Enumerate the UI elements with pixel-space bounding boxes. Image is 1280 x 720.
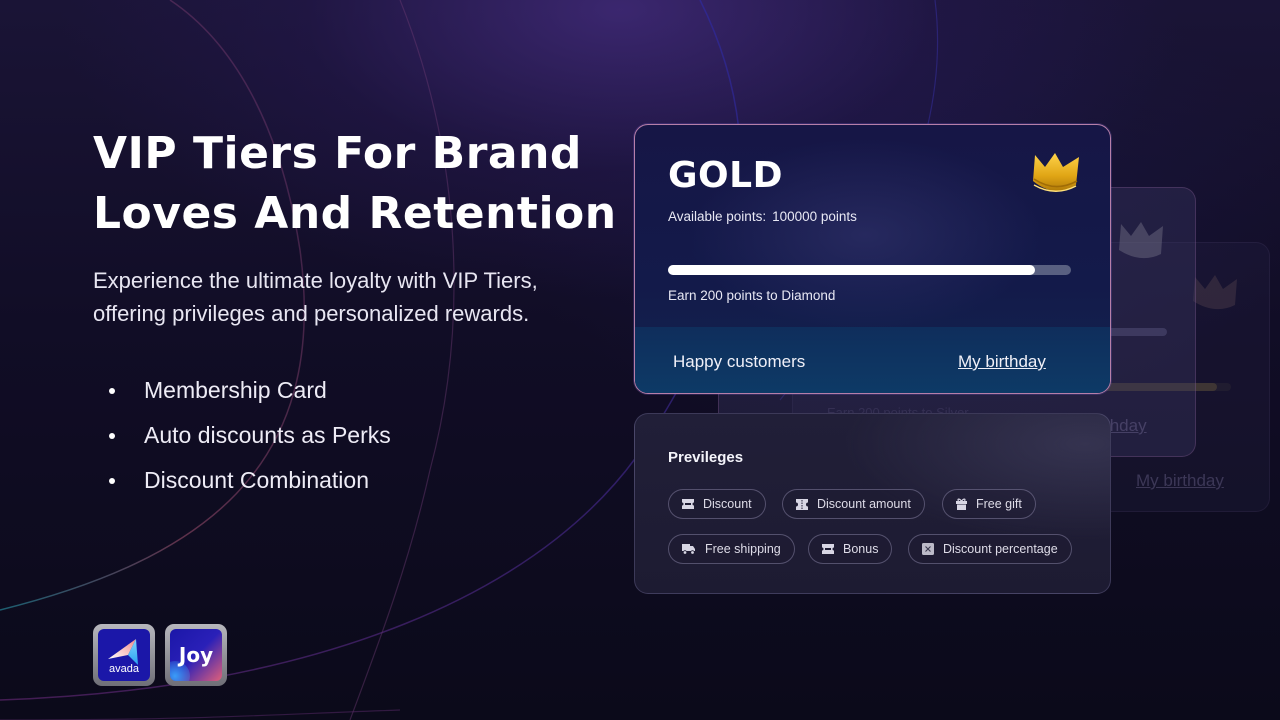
- card-footer: Happy customers My birthday: [635, 327, 1110, 393]
- happy-customers-label: Happy customers: [673, 352, 806, 371]
- ticket-icon: [822, 544, 834, 554]
- feature-label: Auto discounts as Perks: [144, 422, 391, 448]
- subtitle-line: offering privileges and personalized rew…: [93, 301, 530, 326]
- title-line: Loves And Retention: [93, 188, 617, 239]
- avada-logo-text: avada: [109, 663, 139, 675]
- gift-icon: [956, 498, 967, 510]
- available-points: Available points: 100000 points: [668, 209, 857, 224]
- bullet-icon: [109, 387, 115, 394]
- privileges-card: Previleges Discount Discount amount Free…: [634, 413, 1111, 594]
- page-title: VIP Tiers For Brand Loves And Retention: [93, 124, 617, 244]
- brand-logos: avada Joy: [93, 624, 227, 686]
- ghost-birthday-link: My birthday: [1136, 471, 1224, 490]
- membership-card: GOLD Available points: 100000 points Earn…: [634, 124, 1111, 394]
- joy-logo-text: Joy: [178, 643, 214, 667]
- privilege-chip-discount-amount[interactable]: Discount amount: [782, 489, 925, 519]
- my-birthday-link[interactable]: My birthday: [958, 352, 1046, 372]
- bullet-icon: [109, 432, 115, 439]
- ghost-birthday-link-partial: thday: [1105, 416, 1147, 435]
- feature-item: Auto discounts as Perks: [93, 413, 613, 458]
- bullet-icon: [109, 477, 115, 484]
- privilege-chip-bonus[interactable]: Bonus: [808, 534, 893, 564]
- chip-label: Discount: [703, 497, 752, 511]
- feature-label: Discount Combination: [144, 467, 370, 493]
- feature-label: Membership Card: [144, 377, 327, 403]
- hero-subtitle: Experience the ultimate loyalty with VIP…: [93, 264, 613, 330]
- feature-item: Discount Combination: [93, 458, 613, 503]
- percent-icon: [922, 543, 934, 555]
- subtitle-line: Experience the ultimate loyalty with VIP…: [93, 268, 538, 293]
- crown-icon: [1119, 222, 1163, 259]
- privilege-chip-free-gift[interactable]: Free gift: [942, 489, 1036, 519]
- coupon-icon: [796, 498, 808, 510]
- chip-label: Free shipping: [705, 542, 781, 556]
- tier-name: GOLD: [668, 155, 783, 196]
- chip-label: Bonus: [843, 542, 879, 556]
- crown-icon: [1033, 153, 1079, 192]
- points-label: Available points:: [668, 209, 767, 224]
- chip-label: Free gift: [976, 497, 1022, 511]
- earn-to-next-tier: Earn 200 points to Diamond: [668, 288, 836, 303]
- privileges-title: Previleges: [668, 449, 744, 466]
- tier-progress-fill: [668, 265, 1035, 275]
- hero-section: VIP Tiers For Brand Loves And Retention …: [93, 124, 617, 503]
- crown-icon: [1193, 275, 1237, 310]
- chip-label: Discount percentage: [943, 542, 1058, 556]
- privilege-chip-free-shipping[interactable]: Free shipping: [668, 534, 795, 564]
- ticket-icon: [682, 499, 694, 509]
- avada-logo: avada: [93, 624, 155, 686]
- feature-item: Membership Card: [93, 368, 613, 413]
- privilege-chip-discount-percentage[interactable]: Discount percentage: [908, 534, 1072, 564]
- title-line: VIP Tiers For Brand: [93, 128, 582, 179]
- joy-logo: Joy: [165, 624, 227, 686]
- truck-icon: [682, 544, 695, 555]
- tier-progress-bar: [668, 265, 1071, 275]
- arc-5: [0, 709, 401, 720]
- privilege-chip-discount[interactable]: Discount: [668, 489, 766, 519]
- feature-list: Membership Card Auto discounts as Perks …: [93, 368, 613, 503]
- chip-label: Discount amount: [817, 497, 911, 511]
- points-value: 100000 points: [772, 209, 857, 224]
